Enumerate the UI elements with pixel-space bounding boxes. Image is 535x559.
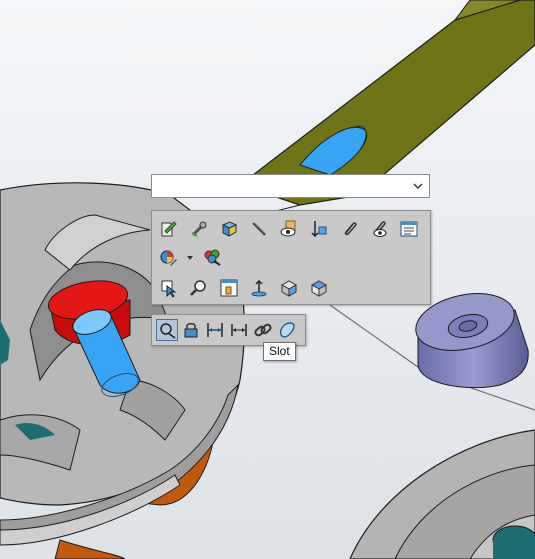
properties-icon[interactable] (398, 218, 420, 240)
slot-tooltip: Slot (263, 342, 296, 361)
appearance-dropdown-icon[interactable] (185, 253, 195, 263)
coincident-icon[interactable] (156, 319, 178, 341)
fix-icon[interactable] (180, 319, 202, 341)
context-toolbar (151, 210, 431, 305)
select-other-icon[interactable] (158, 277, 180, 299)
edit-appearance-icon[interactable] (158, 247, 180, 269)
hide-icon[interactable] (278, 218, 300, 240)
appearance-icon[interactable] (218, 218, 240, 240)
normal-to-icon[interactable] (308, 218, 330, 240)
slot-icon[interactable] (276, 319, 298, 341)
edit-color-icon[interactable] (202, 247, 224, 269)
selection-filter-combo[interactable] (151, 174, 430, 198)
sketch-edit-icon[interactable] (158, 218, 180, 240)
hide-show-icon[interactable] (368, 218, 390, 240)
cube-view-icon[interactable] (308, 277, 330, 299)
smart-dimension-icon[interactable] (188, 218, 210, 240)
paperclip-icon[interactable] (338, 218, 360, 240)
view-orientation-icon[interactable] (218, 277, 240, 299)
line-icon[interactable] (248, 218, 270, 240)
horizontal-dimension-icon[interactable] (228, 319, 250, 341)
chevron-down-icon[interactable] (411, 178, 425, 194)
zoom-to-selection-icon[interactable] (188, 277, 210, 299)
equal-distance-icon[interactable] (204, 319, 226, 341)
normal-axis-icon[interactable] (248, 277, 270, 299)
link-icon[interactable] (252, 319, 274, 341)
isometric-icon[interactable] (278, 277, 300, 299)
